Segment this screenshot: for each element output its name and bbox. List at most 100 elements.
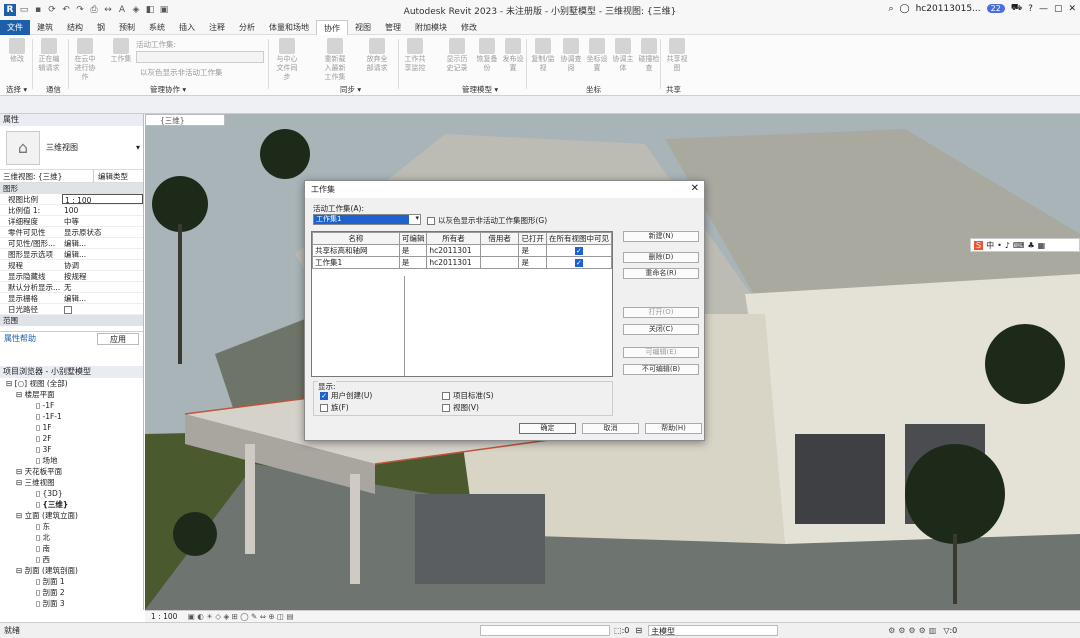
column-header[interactable]: 已打开 [518,232,547,245]
user-name[interactable]: hc20113015... [916,4,981,14]
revit-logo-icon[interactable]: R [4,4,16,16]
tree-item[interactable]: ▯ -1F [0,400,143,411]
show-option[interactable]: 族(F) [320,402,349,413]
tab-4[interactable]: 预制 [112,20,142,35]
show-option-checkbox[interactable] [320,403,328,412]
ribbon-button-16[interactable]: 共享视图 [664,38,690,73]
column-header[interactable]: 可编辑 [398,232,428,245]
help-button[interactable]: 帮助(H) [645,423,702,434]
expand-toggle-icon[interactable]: ⊟ [16,566,25,575]
group-sync[interactable]: 同步 ▾ [340,84,361,95]
workset-status-dropdown[interactable] [480,625,610,636]
cell-name[interactable]: 工作集1 [312,256,400,269]
text-icon[interactable]: A [116,4,128,16]
visible-checkbox[interactable]: ✓ [574,247,583,255]
ribbon-button-4[interactable]: 与中心文件同步 [274,38,300,82]
show-option-checkbox[interactable] [442,403,450,412]
binoculars-icon[interactable]: ⌕ [888,4,893,14]
maximize-icon[interactable]: ▢ [1054,4,1063,14]
ribbon-button-13[interactable]: 坐标设置 [584,38,610,73]
side-button-5[interactable]: 可编辑(E) [623,347,699,358]
tree-item[interactable]: ▯ 剖面 2 [0,587,143,598]
cart-icon[interactable]: ⛟ [1011,3,1022,14]
column-header[interactable]: 在所有视图中可见 [545,232,612,245]
minimize-icon[interactable]: — [1039,4,1048,14]
property-value[interactable]: 协调 [62,260,143,270]
tab-2[interactable]: 结构 [60,20,90,35]
redo-icon[interactable]: ↷ [74,4,86,16]
tree-item[interactable]: ▯ 西 [0,554,143,565]
grid-icon[interactable]: ▦ [1038,241,1046,250]
show-option-checkbox[interactable] [442,391,450,400]
tab-0[interactable]: 文件 [0,19,30,35]
expand-toggle-icon[interactable]: ⊟ [16,390,25,399]
ribbon-button-15[interactable]: 碰撞检查 [636,38,662,73]
tree-item[interactable]: ⊟ 剖面 (建筑剖面) [0,565,143,576]
gray-inactive-option[interactable]: 以灰色显示非活动工作集图形(G) [427,215,547,226]
show-option[interactable]: 视图(V) [442,402,479,413]
tab-5[interactable]: 系统 [142,20,172,35]
ime-mode[interactable]: 中 [986,240,994,251]
group-manage-collab[interactable]: 管理协作 ▾ [150,84,186,95]
property-value[interactable]: 编辑... [62,238,143,248]
sync-icon[interactable]: ⟳ [46,4,58,16]
tree-item[interactable]: ⊟ 楼层平面 [0,389,143,400]
ribbon-button-1[interactable]: 正在编辑请求 [36,38,62,73]
view-tab[interactable]: {三维} [145,114,225,126]
tab-1[interactable]: 建筑 [30,20,60,35]
visible-checkbox[interactable]: ✓ [574,259,583,267]
expand-toggle-icon[interactable]: ⊟ [16,467,25,476]
tab-6[interactable]: 插入 [172,20,202,35]
tab-12[interactable]: 管理 [378,20,408,35]
tree-item[interactable]: ▯ 3F [0,444,143,455]
column-header[interactable]: 名称 [312,232,400,245]
ribbon-button-7[interactable]: 工作共享监控 [402,38,428,73]
3d-view-icon[interactable]: ◈ [130,4,142,16]
cell-visible[interactable]: ✓ [545,244,612,257]
tab-9[interactable]: 体量和场地 [262,20,316,35]
ribbon-button-12[interactable]: 协调查阅 [558,38,584,73]
expand-toggle-icon[interactable]: ⊟ [6,379,15,388]
property-value[interactable]: 按规程 [62,271,143,281]
skin-icon[interactable]: ♣ [1027,241,1034,250]
property-value[interactable]: 100 [62,205,143,215]
keyboard-icon[interactable]: ⌨ [1013,241,1025,250]
design-option-dropdown[interactable]: 主模型 [648,625,779,636]
property-value[interactable]: 编辑... [62,249,143,259]
cell-owner[interactable]: hc2011301 [426,244,481,257]
show-option-checkbox[interactable]: ✓ [320,391,328,400]
column-header[interactable]: 借用者 [479,232,520,245]
table-row[interactable]: 工作集1 是 hc2011301 是 ✓ [312,256,612,269]
group-manage-model[interactable]: 管理模型 ▾ [462,84,498,95]
chevron-down-icon[interactable]: ▾ [415,214,419,222]
cell-name[interactable]: 共享标高和轴网 [312,244,400,257]
ribbon-button-2[interactable]: 在云中进行协作 [72,38,98,82]
tab-10[interactable]: 协作 [316,19,348,35]
tree-item[interactable]: ▯ 北 [0,532,143,543]
selection-tools-icons[interactable]: ⚙⚙⚙⚙▥ [888,626,939,635]
undo-icon[interactable]: ↶ [60,4,72,16]
property-value[interactable]: 中等 [62,216,143,226]
cell-editable[interactable]: 是 [398,244,428,257]
punctuation-icon[interactable]: • [997,241,1002,250]
category-graphics[interactable]: 图形 [0,183,143,194]
active-workset-dropdown[interactable] [136,51,264,63]
filter-icon[interactable]: ⊟ [635,626,642,635]
tree-item[interactable]: ⊟ 立面 (建筑立面) [0,510,143,521]
tree-item[interactable]: ⊟ 天花板平面 [0,466,143,477]
side-button-6[interactable]: 不可编辑(B) [623,364,699,375]
gray-inactive-workset[interactable]: 以灰色显示非活动工作集 [140,67,223,78]
measure-icon[interactable]: ↔ [102,4,114,16]
cell-opened[interactable]: 是 [518,244,547,257]
sogou-s-icon[interactable]: S [974,240,984,250]
tree-item[interactable]: ▯ 剖面 1 [0,576,143,587]
ribbon-button-3[interactable]: 工作集 [108,38,134,64]
dialog-close-icon[interactable]: ✕ [691,183,699,194]
tab-13[interactable]: 附加模块 [408,20,454,35]
view-control-icons[interactable]: ▣ ◐ ☀ ◇ ◈ ⊞ ◯ ✎ ⇔ ⊕ ◫ ▤ [188,612,294,621]
property-value[interactable]: 1 : 100 [62,194,143,204]
edit-type-button[interactable]: 编辑类型 [94,170,128,182]
side-button-3[interactable]: 打开(O) [623,307,699,318]
side-button-4[interactable]: 关闭(C) [623,324,699,335]
show-option[interactable]: ✓ 用户创建(U) [320,390,372,401]
